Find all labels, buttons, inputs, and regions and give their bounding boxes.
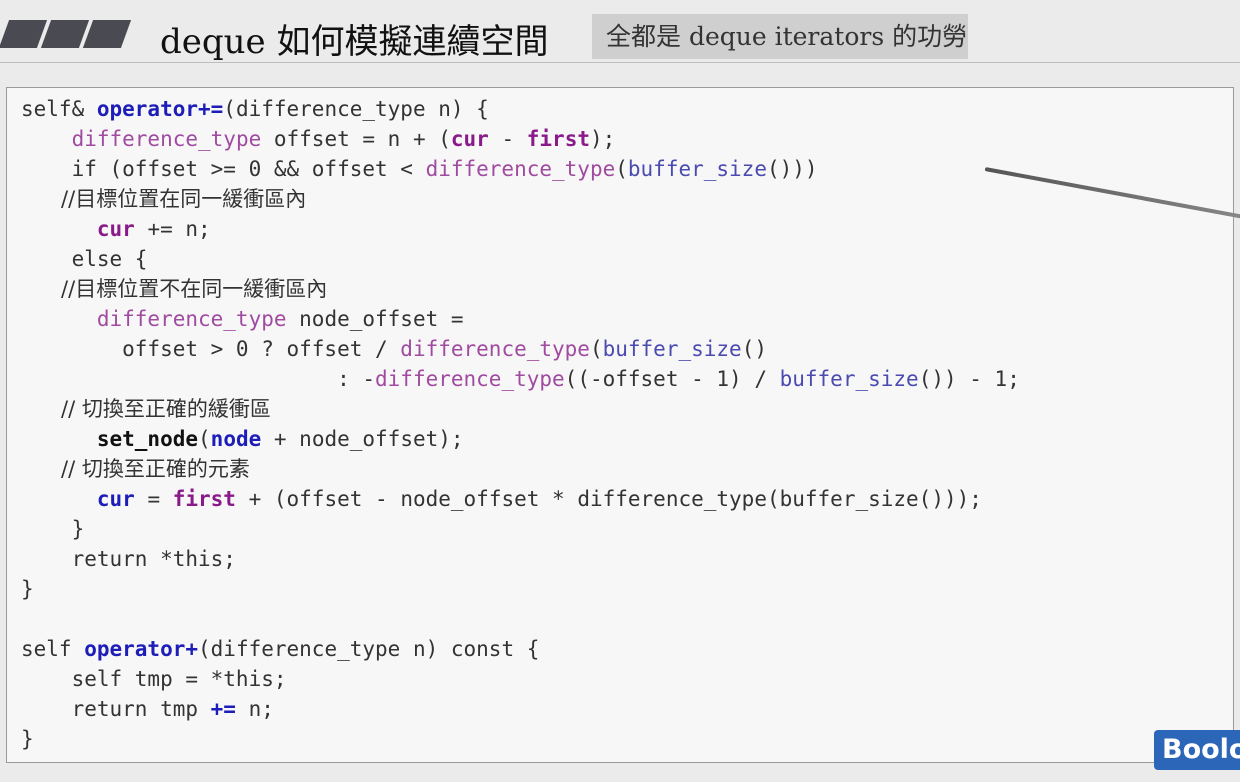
code-line: self& operator+=(difference_type n) { — [21, 97, 489, 121]
code-comment: //目標位置不在同一緩衝區內 — [21, 277, 328, 301]
decoration-bar — [82, 20, 132, 48]
slide-title: deque 如何模擬連續空間 — [160, 22, 549, 62]
code-line: } — [21, 577, 34, 601]
code-line: else { — [21, 247, 148, 271]
code-comment: // 切換至正確的元素 — [21, 457, 250, 481]
header-divider — [0, 62, 1240, 63]
slide-subtitle: 全都是 deque iterators 的功勞 — [592, 14, 968, 59]
code-line: set_node(node + node_offset); — [96, 427, 464, 451]
code-line: return *this; — [21, 547, 236, 571]
decoration-bar — [40, 20, 90, 48]
code-line: } — [21, 727, 34, 751]
code-comment: // 切換至正確的緩衝區 — [21, 397, 271, 421]
title-decoration — [0, 20, 132, 48]
code-line: offset > 0 ? offset / difference_type(bu… — [21, 337, 767, 361]
watermark-logo: Boolo — [1154, 730, 1240, 770]
code-line: cur += n; — [96, 217, 211, 241]
decoration-bar — [0, 20, 48, 48]
code-line: } — [21, 517, 85, 541]
code-line: self tmp = *this; — [21, 667, 287, 691]
code-panel: self& operator+=(difference_type n) { di… — [6, 87, 1234, 763]
code-line: if (offset >= 0 && offset < difference_t… — [21, 157, 818, 181]
code-line: difference_type node_offset = — [96, 307, 464, 331]
code-line: cur = first + (offset - node_offset * di… — [96, 487, 982, 511]
code-line: : -difference_type((-offset - 1) / buffe… — [21, 367, 1020, 391]
code-line: difference_type offset = n + (cur - firs… — [71, 127, 616, 151]
code-line: return tmp += n; — [21, 697, 274, 721]
code-line: self operator+(difference_type n) const … — [21, 637, 540, 661]
code-comment: //目標位置在同一緩衝區內 — [21, 187, 307, 211]
